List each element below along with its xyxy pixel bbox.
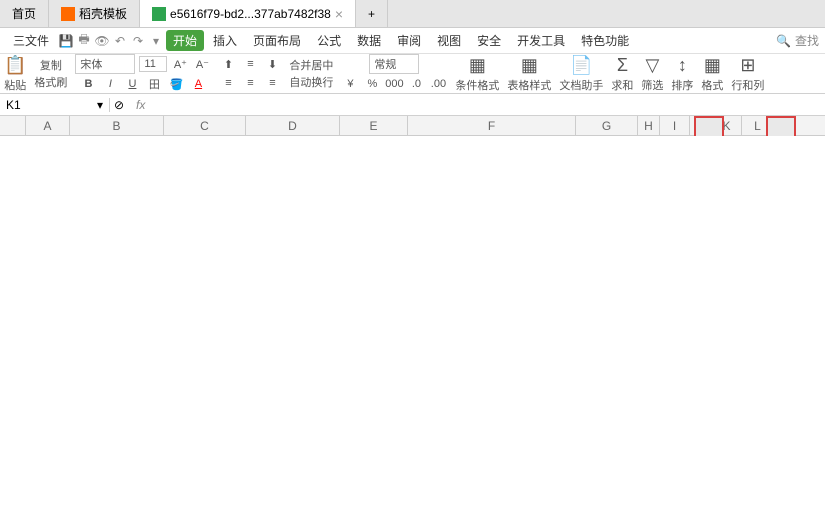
align-bot[interactable]: ⬇ bbox=[263, 55, 281, 73]
menu-formula[interactable]: 公式 bbox=[310, 30, 348, 51]
condfmt-icon[interactable]: ▦ bbox=[469, 55, 486, 76]
menu-bar: 三文件 💾 🖶 👁 ↶ ↷ ▾ 开始 插入 页面布局 公式 数据 审阅 视图 安… bbox=[0, 28, 825, 54]
align-mid[interactable]: ≡ bbox=[241, 55, 259, 73]
format-painter[interactable]: 格式刷 bbox=[34, 74, 67, 90]
currency-icon[interactable]: ¥ bbox=[341, 75, 359, 93]
font-color-button[interactable]: A bbox=[189, 75, 207, 93]
formula-bar: K1▾ ⊘ fx bbox=[0, 94, 825, 116]
menu-data[interactable]: 数据 bbox=[350, 30, 388, 51]
italic-button[interactable]: I bbox=[101, 75, 119, 93]
dec-inc-icon[interactable]: .0 bbox=[407, 75, 425, 93]
document-tabs: 首页 稻壳模板 e5616f79-bd2...377ab7482f38× + bbox=[0, 0, 825, 28]
fill-color-button[interactable]: 🪣 bbox=[167, 75, 185, 93]
font-select[interactable]: 宋体 bbox=[75, 54, 135, 74]
align-right[interactable]: ≡ bbox=[263, 74, 281, 92]
dochelp-icon[interactable]: 📄 bbox=[570, 55, 592, 76]
redo-icon[interactable]: ↷ bbox=[130, 33, 146, 49]
file-menu[interactable]: 三文件 bbox=[6, 30, 56, 51]
close-icon[interactable]: × bbox=[335, 6, 343, 22]
col-header-h[interactable]: H bbox=[638, 116, 660, 135]
filter-icon[interactable]: ▽ bbox=[646, 55, 660, 76]
fx-cancel-icon[interactable]: ⊘ bbox=[110, 96, 128, 114]
merge-button[interactable]: 合并居中 bbox=[289, 57, 333, 73]
col-header-a[interactable]: A bbox=[26, 116, 70, 135]
fx-label[interactable]: fx bbox=[128, 98, 153, 112]
tab-docer[interactable]: 稻壳模板 bbox=[49, 0, 140, 27]
comma-icon[interactable]: 000 bbox=[385, 75, 403, 93]
tab-workbook[interactable]: e5616f79-bd2...377ab7482f38× bbox=[140, 0, 356, 27]
sum-icon[interactable]: Σ bbox=[617, 55, 628, 76]
menu-review[interactable]: 审阅 bbox=[390, 30, 428, 51]
col-header-f[interactable]: F bbox=[408, 116, 576, 135]
col-header-c[interactable]: C bbox=[164, 116, 246, 135]
namebox-dropdown-icon[interactable]: ▾ bbox=[97, 98, 103, 112]
tab-add[interactable]: + bbox=[356, 0, 388, 27]
col-header-e[interactable]: E bbox=[340, 116, 408, 135]
dropdown-icon[interactable]: ▾ bbox=[148, 33, 164, 49]
tab-home[interactable]: 首页 bbox=[0, 0, 49, 27]
bold-button[interactable]: B bbox=[79, 75, 97, 93]
font-size[interactable]: 11 bbox=[139, 56, 167, 72]
sort-icon[interactable]: ↕ bbox=[678, 55, 687, 76]
save-icon[interactable]: 💾 bbox=[58, 33, 74, 49]
menu-insert[interactable]: 插入 bbox=[206, 30, 244, 51]
name-box[interactable]: K1▾ bbox=[0, 98, 110, 112]
align-top[interactable]: ⬆ bbox=[219, 55, 237, 73]
menu-layout[interactable]: 页面布局 bbox=[246, 30, 308, 51]
menu-special[interactable]: 特色功能 bbox=[574, 30, 636, 51]
highlight-col-i bbox=[694, 116, 724, 136]
menu-security[interactable]: 安全 bbox=[470, 30, 508, 51]
search-box[interactable]: 🔍 查找 bbox=[776, 32, 819, 49]
menu-start[interactable]: 开始 bbox=[166, 30, 204, 51]
paste-icon[interactable]: 📋 bbox=[4, 55, 26, 76]
print-icon[interactable]: 🖶 bbox=[76, 33, 92, 49]
number-format[interactable]: 常规 bbox=[369, 54, 419, 74]
col-header-d[interactable]: D bbox=[246, 116, 340, 135]
border-button[interactable]: 田 bbox=[145, 75, 163, 93]
copy-button[interactable]: 复制 bbox=[40, 57, 62, 73]
docer-icon bbox=[61, 7, 75, 21]
dec-dec-icon[interactable]: .00 bbox=[429, 75, 447, 93]
wrap-button[interactable]: 自动换行 bbox=[289, 74, 333, 90]
tblstyle-icon[interactable]: ▦ bbox=[521, 55, 538, 76]
dec-font-icon[interactable]: A⁻ bbox=[193, 55, 211, 73]
align-left[interactable]: ≡ bbox=[219, 74, 237, 92]
underline-button[interactable]: U bbox=[123, 75, 141, 93]
col-header-i[interactable]: I bbox=[660, 116, 690, 135]
highlight-col-k bbox=[766, 116, 796, 136]
rowcol-icon[interactable]: ⊞ bbox=[740, 55, 755, 76]
percent-icon[interactable]: % bbox=[363, 75, 381, 93]
menu-dev[interactable]: 开发工具 bbox=[510, 30, 572, 51]
undo-icon[interactable]: ↶ bbox=[112, 33, 128, 49]
align-center[interactable]: ≡ bbox=[241, 74, 259, 92]
col-header-g[interactable]: G bbox=[576, 116, 638, 135]
preview-icon[interactable]: 👁 bbox=[94, 33, 110, 49]
spreadsheet-grid: ABCDEFGHIJKL 123456789101112 工作公共区域消毒记录表… bbox=[0, 116, 825, 136]
sheet-icon bbox=[152, 7, 166, 21]
menu-view[interactable]: 视图 bbox=[430, 30, 468, 51]
format-icon[interactable]: ▦ bbox=[704, 55, 721, 76]
inc-font-icon[interactable]: A⁺ bbox=[171, 55, 189, 73]
col-header-b[interactable]: B bbox=[70, 116, 164, 135]
ribbon: 📋粘贴 复制格式刷 宋体11A⁺A⁻ BIU田🪣A ⬆≡⬇ ≡≡≡ 合并居中自动… bbox=[0, 54, 825, 94]
select-all-corner[interactable] bbox=[0, 116, 26, 135]
